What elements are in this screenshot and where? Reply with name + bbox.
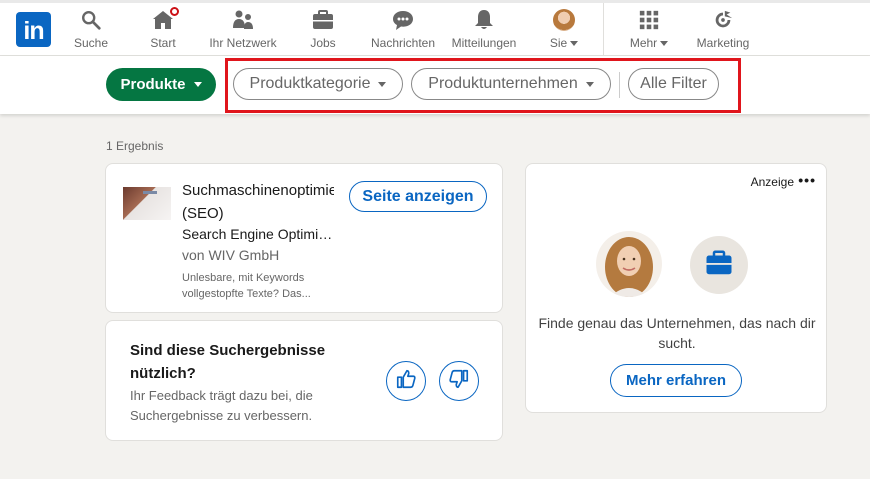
nav-more[interactable]: Mehr — [626, 8, 672, 52]
products-filter-button[interactable]: Produkte — [106, 68, 216, 101]
marketing-icon — [711, 8, 735, 32]
result-description: Unlesbare, mit Keywords vollgestopfte Te… — [182, 272, 311, 300]
nav-home[interactable]: Start — [141, 5, 185, 52]
nav-more-label: Mehr — [629, 36, 658, 50]
thumbs-down-button[interactable] — [439, 361, 479, 401]
more-options-icon[interactable]: ••• — [798, 172, 816, 188]
briefcase-icon — [311, 8, 335, 32]
nav-me-label-wrap: Sie — [549, 36, 579, 50]
nav-network[interactable]: Ihr Netzwerk — [207, 8, 279, 52]
product-thumbnail[interactable] — [123, 187, 171, 220]
learn-more-button[interactable]: Mehr erfahren — [610, 364, 742, 397]
chevron-down-icon — [193, 82, 202, 87]
avatar — [553, 9, 575, 31]
result-title[interactable]: Suchmaschinenoptimierung (SEO) — [182, 179, 334, 225]
result-company: von WIV GmbH — [182, 247, 280, 263]
nav-notifications-label: Mitteilungen — [451, 36, 517, 50]
search-result-card: Suchmaschinenoptimierung (SEO) Search En… — [105, 163, 503, 313]
feedback-card: Sind diese Suchergebnisse nützlich? Ihr … — [105, 320, 503, 441]
thumbs-down-icon — [448, 368, 470, 395]
nav-marketing[interactable]: Marketing — [694, 8, 752, 52]
avatar-wrapper — [552, 8, 576, 32]
thumbs-up-icon — [395, 368, 417, 395]
global-nav: in Suche Start Ihr Netzwerk Jobs Nachric… — [0, 0, 870, 56]
messaging-icon — [391, 8, 415, 32]
nav-messaging[interactable]: Nachrichten — [369, 8, 437, 52]
result-subtitle: Search Engine Optimization — [182, 226, 334, 242]
ad-text: Finde genau das Unternehmen, das nach di… — [538, 315, 816, 351]
nav-search[interactable]: Suche — [70, 8, 112, 52]
nav-search-label: Suche — [73, 36, 109, 50]
nav-jobs[interactable]: Jobs — [303, 8, 343, 52]
thumbs-up-button[interactable] — [386, 361, 426, 401]
home-icon — [151, 5, 181, 32]
briefcase-icon — [704, 248, 734, 283]
nav-me-label: Sie — [549, 36, 568, 50]
feedback-subtext: Ihr Feedback trägt dazu bei, die Sucherg… — [130, 388, 313, 423]
ad-profile-avatar — [596, 231, 662, 297]
linkedin-logo[interactable]: in — [16, 12, 51, 47]
products-filter-label: Produkte — [120, 76, 186, 93]
chevron-down-icon — [660, 41, 669, 47]
notification-badge — [168, 5, 181, 18]
nav-messaging-label: Nachrichten — [370, 36, 436, 50]
nav-more-label-wrap: Mehr — [629, 36, 669, 50]
highlight-box — [225, 58, 741, 113]
ad-company-logo — [690, 236, 748, 294]
grid-icon — [637, 8, 661, 32]
view-page-button[interactable]: Seite anzeigen — [349, 181, 487, 212]
top-strip — [0, 0, 870, 3]
feedback-question: Sind diese Suchergebnisse nützlich? — [130, 342, 326, 382]
nav-jobs-label: Jobs — [310, 36, 336, 50]
search-icon — [79, 8, 103, 32]
result-title-line1: Suchmaschinenoptimierung — [182, 182, 334, 199]
bell-icon — [472, 8, 496, 32]
nav-me[interactable]: Sie — [543, 8, 585, 52]
nav-notifications[interactable]: Mitteilungen — [449, 8, 519, 52]
network-icon — [231, 8, 255, 32]
nav-divider — [603, 3, 604, 55]
nav-marketing-label: Marketing — [696, 36, 750, 50]
nav-home-label: Start — [150, 36, 176, 50]
result-count: 1 Ergebnis — [106, 139, 164, 153]
ad-label: Anzeige — [750, 175, 794, 189]
nav-network-label: Ihr Netzwerk — [209, 36, 277, 50]
ad-card: Anzeige ••• Finde genau das Unternehmen,… — [525, 163, 827, 413]
chevron-down-icon — [570, 41, 579, 47]
result-title-line2: (SEO) — [182, 205, 224, 222]
